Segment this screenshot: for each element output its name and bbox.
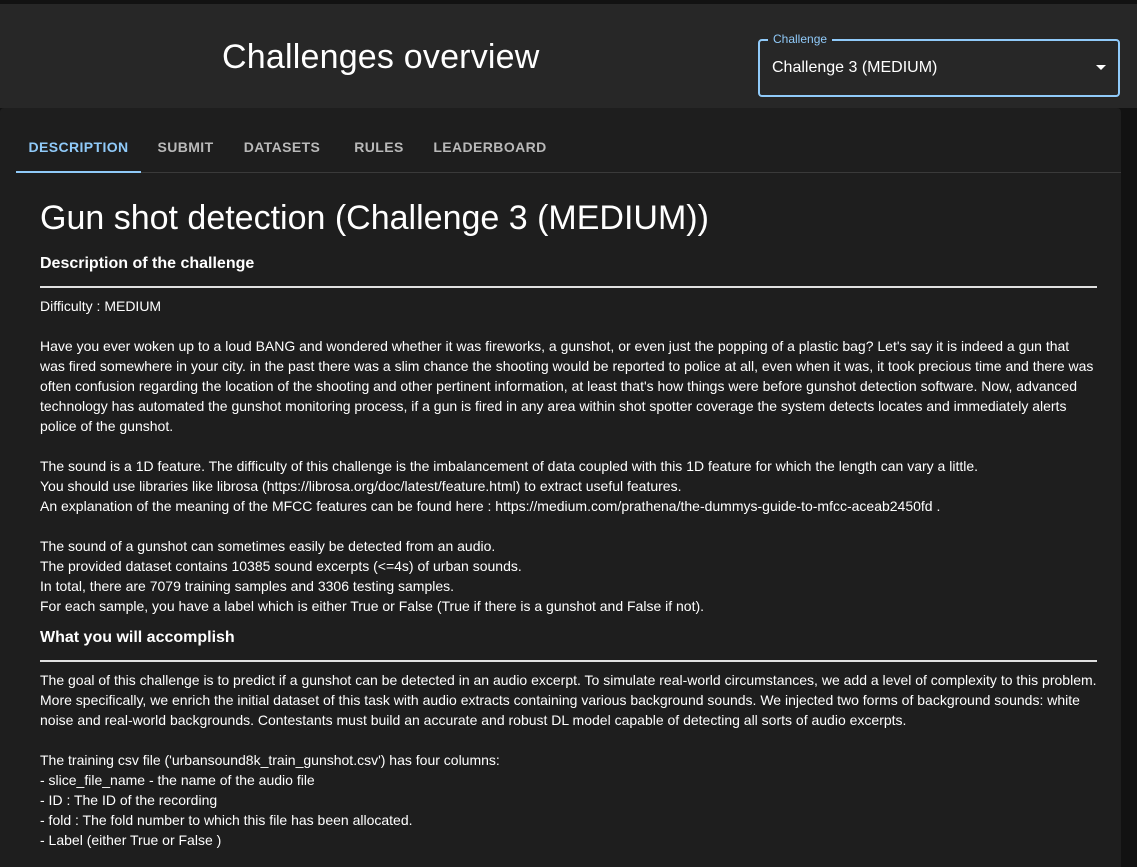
intro-paragraph: Have you ever woken up to a loud BANG an… xyxy=(40,338,1094,434)
difficulty-text: Difficulty : MEDIUM xyxy=(40,298,162,314)
app-header: Challenges overview Challenge Challenge … xyxy=(0,4,1137,108)
tab-rules[interactable]: RULES xyxy=(334,128,424,172)
page-title: Challenges overview xyxy=(222,38,540,76)
challenge-select[interactable]: Challenge Challenge 3 (MEDIUM) xyxy=(758,32,1120,97)
dropdown-arrow-icon[interactable] xyxy=(1096,65,1106,70)
challenge-title: Gun shot detection (Challenge 3 (MEDIUM)… xyxy=(40,199,709,237)
tab-submit[interactable]: SUBMIT xyxy=(141,128,230,172)
tab-description[interactable]: DESCRIPTION xyxy=(16,128,141,172)
csv-line: - fold : The fold number to which this f… xyxy=(40,812,413,828)
challenge-panel: DESCRIPTION SUBMIT DATASETS RULES LEADER… xyxy=(0,108,1121,867)
active-tab-indicator xyxy=(16,171,141,173)
description-heading: Description of the challenge xyxy=(40,254,1097,288)
tab-datasets[interactable]: DATASETS xyxy=(230,128,334,172)
csv-line: - Label (either True or False ) xyxy=(40,832,222,848)
feature-line: The sound is a 1D feature. The difficult… xyxy=(40,458,979,474)
accomplish-heading: What you will accomplish xyxy=(40,628,1097,662)
csv-line: - slice_file_name - the name of the audi… xyxy=(40,772,315,788)
dataset-line: For each sample, you have a label which … xyxy=(40,598,705,614)
dataset-line: The provided dataset contains 10385 soun… xyxy=(40,558,522,574)
csv-line: - ID : The ID of the recording xyxy=(40,792,218,808)
challenge-select-label: Challenge xyxy=(768,32,833,46)
csv-line: The training csv file ('urbansound8k_tra… xyxy=(40,752,500,768)
tab-leaderboard[interactable]: LEADERBOARD xyxy=(424,128,556,172)
dataset-line: In total, there are 7079 training sample… xyxy=(40,578,455,594)
challenge-select-value: Challenge 3 (MEDIUM) xyxy=(772,59,938,76)
goal-paragraph: The goal of this challenge is to predict… xyxy=(40,672,1097,728)
feature-line: You should use libraries like librosa (h… xyxy=(40,478,682,494)
dataset-line: The sound of a gunshot can sometimes eas… xyxy=(40,538,496,554)
tab-bar: DESCRIPTION SUBMIT DATASETS RULES LEADER… xyxy=(16,128,1121,173)
feature-line: An explanation of the meaning of the MFC… xyxy=(40,498,941,514)
challenge-description: Gun shot detection (Challenge 3 (MEDIUM)… xyxy=(40,196,1097,850)
